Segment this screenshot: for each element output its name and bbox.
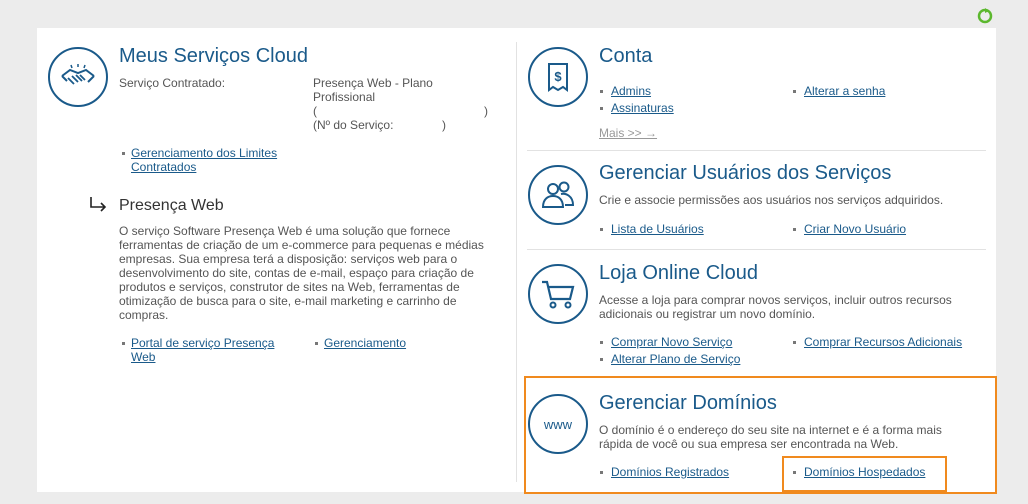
presence-web-title: Presença Web <box>119 197 224 214</box>
service-number-label: (Nº do Serviço: <box>313 118 394 132</box>
presence-web-description: O serviço Software Presença Web é uma so… <box>119 224 484 322</box>
new-user-link[interactable]: Criar Novo Usuário <box>804 222 906 236</box>
bullet <box>315 342 318 345</box>
bullet <box>600 90 603 93</box>
section-divider <box>527 150 986 151</box>
limits-link-cont[interactable]: Contratados <box>131 160 196 174</box>
change-password-link[interactable]: Alterar a senha <box>804 84 885 98</box>
refresh-icon[interactable] <box>976 7 994 25</box>
store-description: Acesse a loja para comprar novos serviço… <box>599 293 952 307</box>
buy-service-link[interactable]: Comprar Novo Serviço <box>611 335 732 349</box>
subscriptions-link[interactable]: Assinaturas <box>611 101 674 115</box>
portal-link-cont[interactable]: Web <box>131 350 155 364</box>
account-icon: $ <box>528 47 588 107</box>
section-divider <box>527 249 986 250</box>
bullet <box>793 228 796 231</box>
users-list-link[interactable]: Lista de Usuários <box>611 222 704 236</box>
portal-link[interactable]: Portal de serviço Presença <box>131 336 274 350</box>
service-value: Presença Web - Plano <box>313 76 433 90</box>
service-label: Serviço Contratado: <box>119 76 226 90</box>
bullet <box>793 90 796 93</box>
bullet <box>122 152 125 155</box>
manage-link[interactable]: Gerenciamento <box>324 336 406 350</box>
arrow-return-icon <box>90 197 107 212</box>
hosted-domains-highlight-box <box>782 456 947 492</box>
bullet <box>600 341 603 344</box>
service-value-cont: Profissional <box>313 90 376 104</box>
column-divider <box>516 42 517 482</box>
handshake-icon <box>48 47 108 107</box>
store-description-cont: adicionais ou registrar um novo domínio. <box>599 307 816 321</box>
cloud-services-title: Meus Serviços Cloud <box>119 45 308 67</box>
bullet <box>600 107 603 110</box>
buy-resources-link[interactable]: Comprar Recursos Adicionais <box>804 335 962 349</box>
svg-text:$: $ <box>554 69 562 84</box>
paren-open: ( <box>313 104 317 118</box>
service-number-close: ) <box>442 118 446 132</box>
bullet <box>793 341 796 344</box>
bullet <box>122 342 125 345</box>
users-icon <box>528 165 588 225</box>
admins-link[interactable]: Admins <box>611 84 651 98</box>
paren-close: ) <box>484 104 488 118</box>
bullet <box>600 358 603 361</box>
limits-link[interactable]: Gerenciamento dos Limites <box>131 146 277 160</box>
users-description: Crie e associe permissões aos usuários n… <box>599 193 944 207</box>
cart-icon <box>528 264 588 324</box>
account-title: Conta <box>599 45 653 67</box>
users-title: Gerenciar Usuários dos Serviços <box>599 162 892 184</box>
more-link[interactable]: Mais >> → <box>599 126 657 140</box>
bullet <box>600 228 603 231</box>
store-title: Loja Online Cloud <box>599 262 758 284</box>
change-plan-link[interactable]: Alterar Plano de Serviço <box>611 352 740 366</box>
